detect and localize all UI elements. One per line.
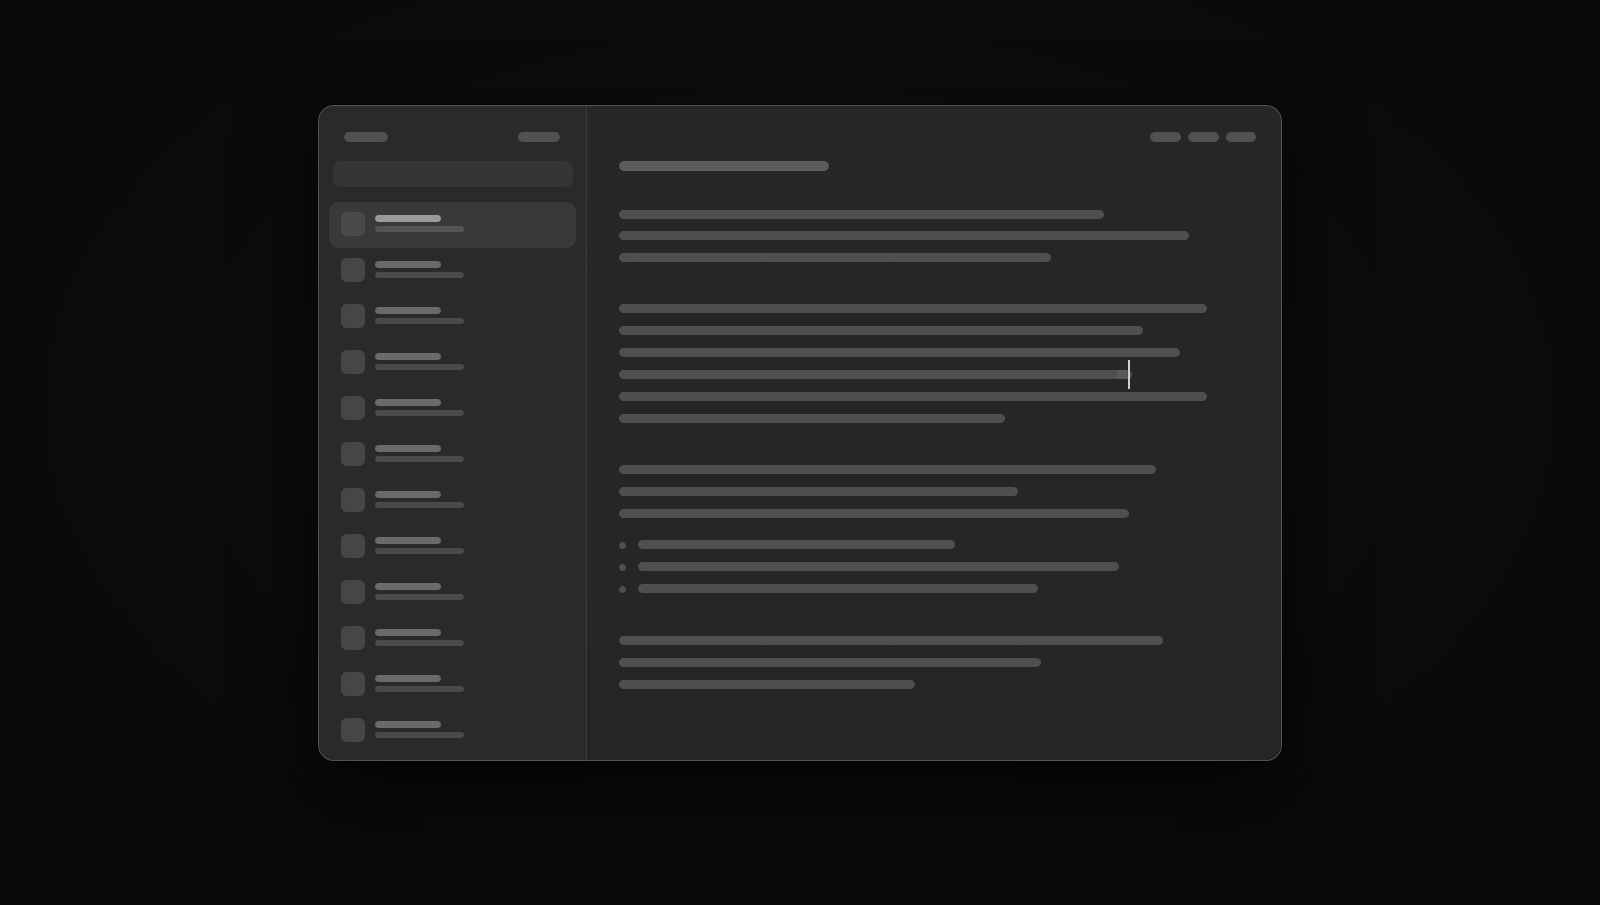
item-icon	[341, 672, 365, 696]
item-icon	[341, 442, 365, 466]
bullet-text-placeholder	[638, 584, 1038, 593]
item-title-placeholder	[375, 629, 441, 636]
item-subtitle-placeholder	[375, 548, 464, 554]
item-subtitle-placeholder	[375, 640, 464, 646]
item-subtitle-placeholder	[375, 226, 464, 232]
desktop-background	[0, 0, 1600, 905]
item-title-placeholder	[375, 537, 441, 544]
item-subtitle-placeholder	[375, 456, 464, 462]
item-icon	[341, 212, 365, 236]
item-title-placeholder	[375, 353, 441, 360]
item-subtitle-placeholder	[375, 502, 464, 508]
item-title-placeholder	[375, 261, 441, 268]
item-title-placeholder	[375, 721, 441, 728]
toolbar-button[interactable]	[1188, 132, 1219, 142]
bullet-text-placeholder	[638, 540, 955, 549]
item-title-placeholder	[375, 399, 441, 406]
sidebar-title-placeholder	[344, 132, 388, 142]
item-icon	[341, 304, 365, 328]
list-item[interactable]	[329, 570, 576, 616]
item-title-placeholder	[375, 675, 441, 682]
text-line-placeholder	[619, 414, 1005, 423]
selection-highlight	[1117, 370, 1127, 379]
text-line-placeholder	[619, 231, 1189, 240]
list-item-selected[interactable]	[329, 202, 576, 248]
app-window	[318, 105, 1282, 761]
list-item[interactable]	[329, 616, 576, 662]
item-icon	[341, 718, 365, 742]
sidebar-action-button[interactable]	[518, 132, 560, 142]
item-subtitle-placeholder	[375, 272, 464, 278]
list-item[interactable]	[329, 248, 576, 294]
text-line-placeholder	[619, 636, 1163, 645]
item-icon	[341, 258, 365, 282]
item-title-placeholder	[375, 583, 441, 590]
toolbar-button[interactable]	[1150, 132, 1181, 142]
item-icon	[341, 396, 365, 420]
item-title-placeholder	[375, 491, 441, 498]
bullet-icon	[619, 542, 626, 549]
text-line-placeholder	[619, 465, 1156, 474]
list-item[interactable]	[329, 524, 576, 570]
text-line-placeholder	[619, 509, 1129, 518]
search-input[interactable]	[333, 161, 573, 187]
text-line-placeholder	[619, 487, 1018, 496]
text-line-placeholder	[619, 348, 1180, 357]
list-item[interactable]	[329, 662, 576, 708]
item-icon	[341, 350, 365, 374]
text-line-placeholder	[619, 210, 1104, 219]
item-subtitle-placeholder	[375, 410, 464, 416]
item-subtitle-placeholder	[375, 318, 464, 324]
item-title-placeholder	[375, 445, 441, 452]
item-icon	[341, 488, 365, 512]
item-subtitle-placeholder	[375, 364, 464, 370]
item-icon	[341, 580, 365, 604]
text-line-placeholder	[619, 326, 1143, 335]
item-icon	[341, 626, 365, 650]
list-item[interactable]	[329, 386, 576, 432]
document-title-placeholder	[619, 161, 829, 171]
editor-pane[interactable]	[587, 106, 1281, 760]
bullet-icon	[619, 586, 626, 593]
text-line-placeholder	[619, 370, 1132, 379]
item-icon	[341, 534, 365, 558]
list-item[interactable]	[329, 294, 576, 340]
list-item[interactable]	[329, 340, 576, 386]
sidebar	[319, 106, 587, 760]
item-title-placeholder	[375, 215, 441, 222]
text-line-placeholder	[619, 680, 915, 689]
text-line-placeholder	[619, 658, 1041, 667]
bullet-icon	[619, 564, 626, 571]
item-title-placeholder	[375, 307, 441, 314]
bullet-text-placeholder	[638, 562, 1119, 571]
text-line-placeholder	[619, 392, 1207, 401]
text-cursor	[1128, 360, 1130, 389]
item-subtitle-placeholder	[375, 732, 464, 738]
list-item[interactable]	[329, 478, 576, 524]
list-item[interactable]	[329, 708, 576, 754]
text-line-placeholder	[619, 253, 1051, 262]
item-subtitle-placeholder	[375, 594, 464, 600]
toolbar-button[interactable]	[1226, 132, 1256, 142]
item-subtitle-placeholder	[375, 686, 464, 692]
note-list	[319, 202, 586, 754]
list-item[interactable]	[329, 432, 576, 478]
text-line-placeholder	[619, 304, 1207, 313]
